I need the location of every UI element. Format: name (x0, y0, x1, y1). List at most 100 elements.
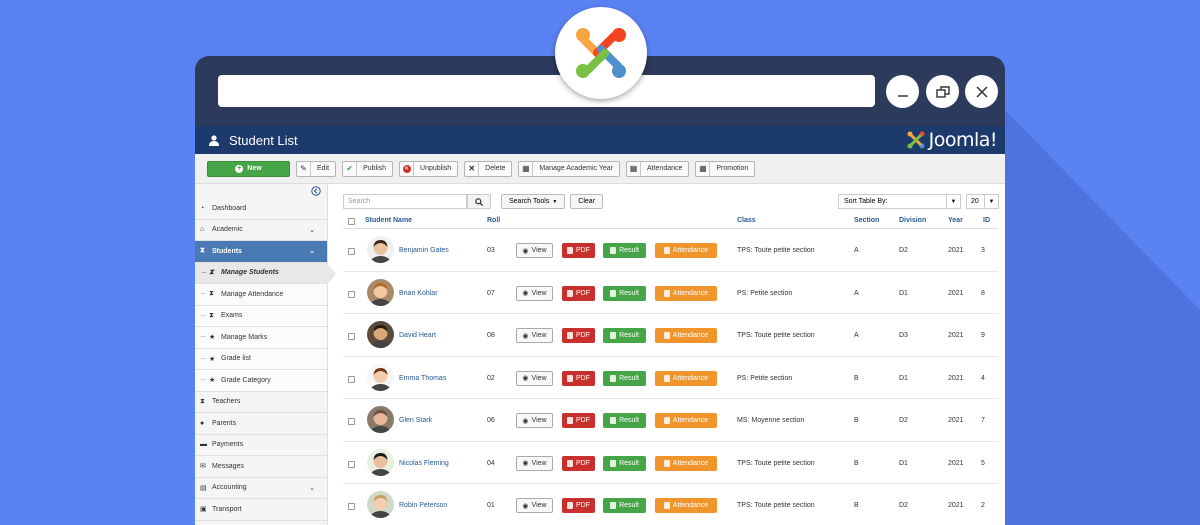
year-cell: 2021 (948, 502, 964, 509)
result-button[interactable]: Result (603, 328, 646, 343)
clear-button[interactable]: Clear (570, 194, 604, 209)
unpublish-button[interactable]: ✕ Unpublish (399, 160, 459, 177)
search-button[interactable] (467, 194, 491, 209)
pdf-button[interactable]: PDF (562, 328, 595, 343)
header-id[interactable]: ID (983, 217, 990, 224)
view-button[interactable]: ◉ View (516, 328, 553, 343)
view-button[interactable]: ◉ View (516, 455, 553, 471)
attendance-button[interactable]: Attendance (655, 243, 717, 258)
sidebar-item-academic[interactable]: ⌂ Academic ⌄ (195, 220, 327, 241)
view-button[interactable]: ◉ View (516, 498, 553, 513)
chevron-down-icon: ⌄ (309, 484, 315, 492)
sidebar-item-teachers[interactable]: ⧗ Teachers (195, 392, 327, 413)
header-section[interactable]: Section (854, 217, 879, 224)
sidebar-item-transport[interactable]: ▣ Transport (195, 499, 327, 521)
attendance-button[interactable]: Attendance (655, 455, 717, 471)
sidebar-item-manage-attendance[interactable]: ┄ ⧗ Manage Attendance (195, 284, 327, 306)
header-class[interactable]: Class (737, 217, 756, 224)
section-cell: B (854, 459, 859, 467)
sidebar-item-messages[interactable]: ✉ Messages (195, 456, 327, 478)
search-input[interactable]: Search (343, 194, 467, 209)
header-student-name[interactable]: Student Name (365, 217, 412, 224)
row-checkbox[interactable] (348, 418, 355, 425)
view-button[interactable]: ◉ View (516, 413, 553, 428)
attendance-button[interactable]: Attendance (655, 370, 717, 386)
row-checkbox[interactable] (348, 290, 355, 298)
view-button[interactable]: ◉ View (516, 285, 553, 301)
delete-button[interactable]: ✕ Delete (464, 160, 513, 177)
attendance-button[interactable]: Attendance (655, 413, 717, 428)
address-bar[interactable] (218, 75, 875, 107)
row-checkbox[interactable] (348, 375, 355, 383)
sidebar-item-manage-marks[interactable]: ┄ ★ Manage Marks (195, 327, 327, 349)
student-name-link[interactable]: David Heart (399, 332, 436, 339)
pdf-button[interactable]: PDF (562, 413, 595, 428)
result-button[interactable]: Result (603, 285, 646, 301)
joomla-logo-icon (907, 131, 925, 149)
sidebar-item-manage-students[interactable]: ┄ ⧗ Manage Students (195, 262, 336, 284)
sidebar-item-dashboard[interactable]: ◔ Dashboard (195, 198, 327, 220)
pdf-button[interactable]: PDF (562, 243, 595, 258)
sidebar-item-exams[interactable]: ┄ ⧗ Exams (195, 305, 327, 327)
result-button[interactable]: Result (603, 413, 646, 428)
sidebar-item-accounting[interactable]: ▤ Accounting ⌄ (195, 478, 327, 499)
close-button[interactable] (965, 75, 998, 108)
attendance-toolbar-button[interactable]: ▦ Attendance (625, 160, 690, 177)
minimize-button[interactable] (886, 75, 919, 108)
sidebar-item-parents[interactable]: ● Parents (195, 413, 327, 435)
attendance-button[interactable]: Attendance (655, 498, 717, 513)
view-button[interactable]: ◉ View (516, 370, 553, 386)
pdf-button[interactable]: PDF (562, 455, 595, 471)
student-name-link[interactable]: Emma Thomas (399, 375, 446, 382)
edit-label: Edit (317, 165, 330, 172)
row-checkbox[interactable] (348, 248, 355, 255)
result-button[interactable]: Result (603, 455, 646, 471)
sidebar-item-label: Teachers (212, 398, 241, 406)
edit-icon: ✎ (297, 161, 311, 176)
result-button[interactable]: Result (603, 498, 646, 513)
pdf-button[interactable]: PDF (562, 498, 595, 513)
result-button[interactable]: Result (603, 243, 646, 258)
student-name-link[interactable]: Benjamin Gates (399, 247, 449, 254)
edit-button[interactable]: ✎ Edit (296, 160, 337, 177)
row-checkbox[interactable] (348, 460, 355, 468)
view-label: View (531, 417, 547, 424)
search-tools-button[interactable]: Search Tools ▼ (501, 194, 566, 209)
eye-icon: ◉ (522, 290, 529, 297)
student-name-link[interactable]: Nicolas Fleming (399, 460, 449, 467)
sidebar-item-label: Academic (212, 226, 243, 234)
calendar-icon (663, 374, 670, 382)
row-checkbox[interactable] (348, 333, 355, 340)
row-checkbox[interactable] (348, 503, 355, 510)
student-name-link[interactable]: Robin Peterson (399, 502, 447, 509)
attendance-button[interactable]: Attendance (655, 328, 717, 343)
restore-button[interactable] (926, 75, 959, 108)
new-button[interactable]: + New (207, 160, 290, 177)
student-name-link[interactable]: Glen Stark (399, 417, 432, 424)
student-name-link[interactable]: Brian Kohlar (399, 290, 438, 297)
promotion-button[interactable]: ▦ Promotion (695, 160, 756, 177)
manage-academic-year-button[interactable]: ▦ Manage Academic Year (518, 160, 620, 177)
view-button[interactable]: ◉ View (516, 243, 553, 258)
sidebar-item-payments[interactable]: ▬ Payments (195, 435, 327, 456)
pdf-button[interactable]: PDF (562, 285, 595, 301)
collapse-icon (311, 186, 321, 196)
pdf-label: PDF (576, 459, 590, 467)
sidebar-item-grade-category[interactable]: ┄ ★ Grade Category (195, 370, 327, 392)
attendance-button[interactable]: Attendance (655, 285, 717, 301)
pdf-button[interactable]: PDF (562, 370, 595, 386)
sidebar-collapse[interactable] (195, 184, 327, 198)
result-icon (610, 374, 617, 382)
header-division[interactable]: Division (899, 217, 926, 224)
select-all-checkbox[interactable] (348, 218, 355, 225)
sidebar-item-grade-list[interactable]: ┄ ★ Grade list (195, 348, 327, 370)
result-button[interactable]: Result (603, 370, 646, 386)
sort-select[interactable]: Sort Table By: ▼ (838, 194, 961, 209)
limit-select[interactable]: 20 ▼ (966, 194, 999, 209)
sort-label: Sort Table By: (844, 198, 888, 205)
publish-button[interactable]: ✔ Publish (342, 160, 394, 177)
header-roll[interactable]: Roll (487, 217, 500, 224)
class-cell: PS: Petite section (737, 374, 793, 382)
header-year[interactable]: Year (948, 217, 963, 224)
sidebar-item-students[interactable]: ⧗ Students ⌄ (195, 241, 327, 263)
